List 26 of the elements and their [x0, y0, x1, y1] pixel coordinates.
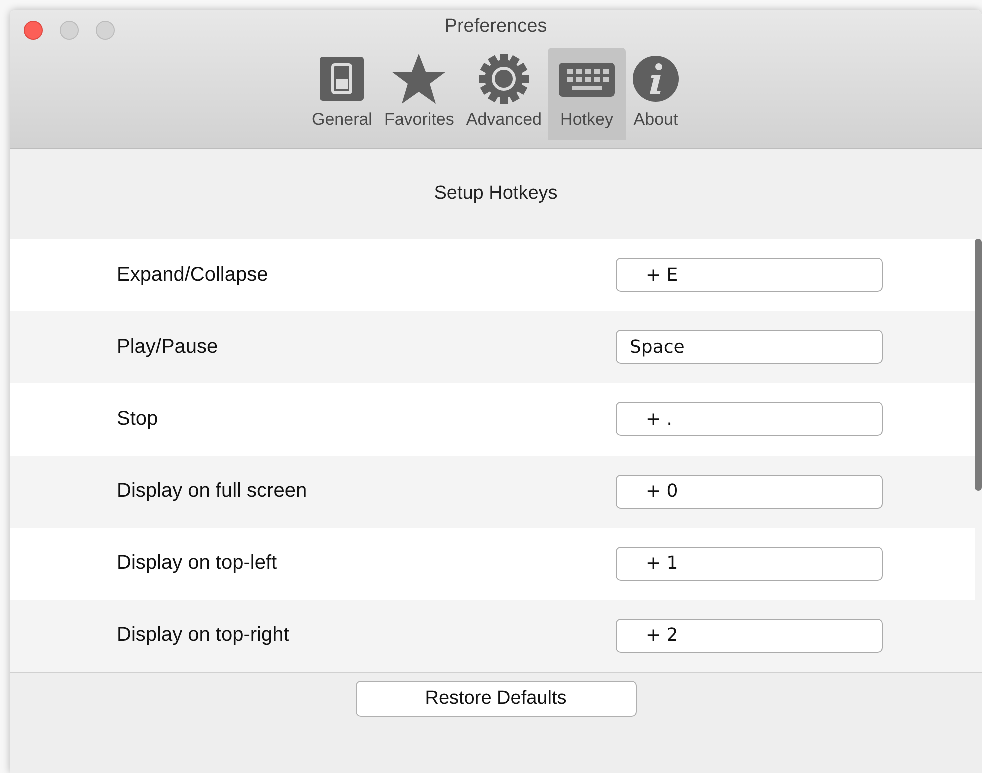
- toolbar-tab[interactable]: General: [306, 48, 378, 140]
- toolbar-tab[interactable]: Favorites: [378, 48, 460, 140]
- section-title: Setup Hotkeys: [434, 183, 558, 205]
- toolbar-tab[interactable]: About: [626, 48, 686, 140]
- star-icon: [391, 54, 448, 104]
- window-title: Preferences: [444, 16, 548, 39]
- hotkey-label: Display on top-left: [117, 552, 278, 576]
- info-icon: [632, 55, 680, 103]
- hotkey-label: Play/Pause: [117, 336, 220, 359]
- hotkey-field[interactable]: Space: [616, 330, 883, 364]
- gear-icon: [479, 54, 530, 104]
- toolbar-tab[interactable]: Hotkey: [548, 48, 626, 140]
- hotkey-label: Expand/Collapse: [117, 264, 270, 287]
- hotkey-label: Display on full screen: [117, 480, 308, 504]
- toolbar-tab[interactable]: Advanced: [460, 48, 548, 140]
- hotkey-field[interactable]: + 1: [616, 546, 883, 581]
- scrollbar[interactable]: [975, 239, 982, 672]
- restore-defaults-button[interactable]: Restore Defaults: [356, 681, 636, 717]
- close-button[interactable]: [24, 21, 43, 40]
- hotkey-label: Display on top-right: [117, 624, 290, 648]
- switch-icon: [318, 55, 366, 103]
- hotkey-field[interactable]: + .: [616, 402, 883, 436]
- hotkey-label: Stop: [117, 408, 160, 431]
- hotkey-field[interactable]: + 0: [616, 474, 883, 509]
- hotkey-field[interactable]: + 2: [616, 618, 883, 653]
- hotkey-field[interactable]: + E: [616, 258, 883, 292]
